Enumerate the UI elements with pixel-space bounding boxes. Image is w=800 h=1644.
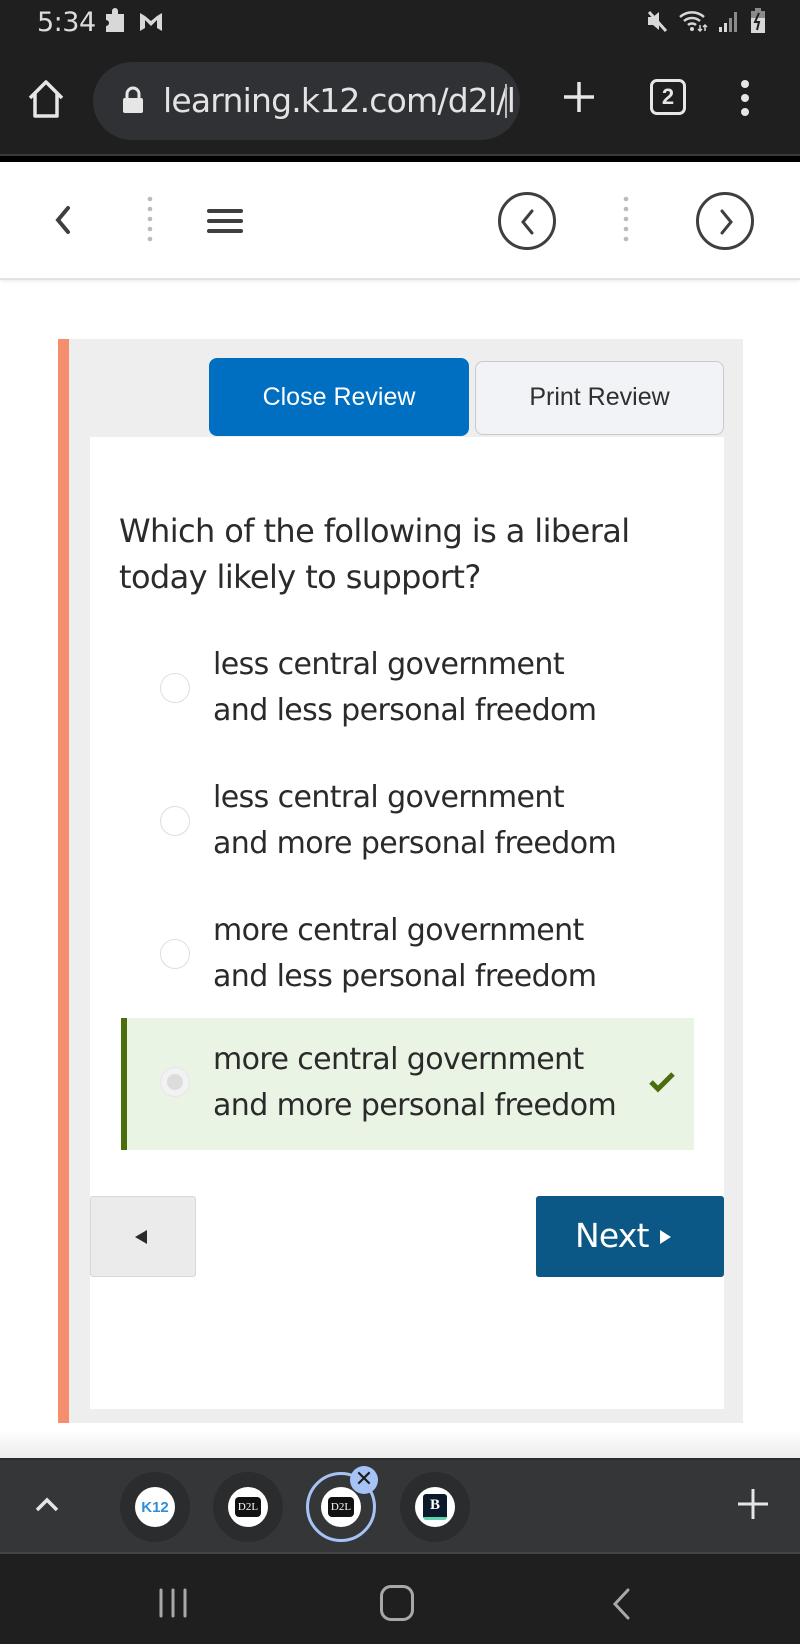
- url-fade: [505, 84, 507, 118]
- lock-icon: [123, 86, 143, 113]
- close-tab-icon[interactable]: ✕: [350, 1466, 378, 1494]
- answer-option[interactable]: less central government and less persona…: [121, 624, 694, 756]
- next-label: Next: [575, 1216, 649, 1255]
- triangle-right-icon: [660, 1230, 671, 1244]
- course-nav-bar: [0, 162, 800, 280]
- option-label: more central government and more persona…: [213, 1037, 673, 1129]
- radio-button-selected[interactable]: [160, 1067, 190, 1097]
- radio-button[interactable]: [160, 939, 190, 969]
- d2l-favicon: D2L: [321, 1487, 361, 1527]
- option-label: more central government and less persona…: [213, 908, 673, 1000]
- toolbar-divider: [0, 154, 800, 162]
- checkmark-icon: [649, 1072, 675, 1093]
- radio-button[interactable]: [160, 806, 190, 836]
- close-review-button[interactable]: Close Review: [209, 358, 469, 436]
- favicon-text: D2L: [234, 1497, 262, 1517]
- option-line: more central government: [213, 913, 584, 948]
- option-label: less central government and less persona…: [213, 642, 673, 734]
- answer-option-correct[interactable]: more central government and more persona…: [121, 1018, 694, 1150]
- home-nav-icon[interactable]: [380, 1585, 414, 1621]
- tab-d2l[interactable]: D2L: [213, 1472, 283, 1542]
- favicon-text: D2L: [327, 1497, 355, 1517]
- url-text[interactable]: learning.k12.com/d2l/l: [163, 81, 516, 120]
- status-bar: 5:34: [0, 0, 800, 46]
- status-time: 5:34: [37, 7, 96, 38]
- system-nav-bar: [0, 1552, 800, 1644]
- answer-option[interactable]: less central government and more persona…: [121, 757, 694, 889]
- dotted-separator: [623, 196, 629, 242]
- tab-k12[interactable]: K12: [120, 1472, 190, 1542]
- recent-apps-icon[interactable]: [156, 1587, 190, 1619]
- favicon-text: K12: [141, 1498, 169, 1516]
- tab-group-bar: K12 D2L D2L B: [0, 1458, 800, 1552]
- option-line: more central government: [213, 1042, 584, 1077]
- b-favicon: B: [415, 1487, 455, 1527]
- next-topic-button[interactable]: [696, 192, 754, 250]
- option-line: and less personal freedom: [213, 959, 597, 994]
- m-app-notification-icon: [140, 13, 162, 31]
- d2l-favicon: D2L: [228, 1487, 268, 1527]
- mute-icon: [647, 10, 668, 33]
- accent-border: [58, 339, 69, 1423]
- signal-icon: [719, 12, 737, 32]
- previous-question-button[interactable]: [90, 1196, 196, 1277]
- dotted-separator: [147, 196, 153, 242]
- tab-b[interactable]: B: [400, 1472, 470, 1542]
- battery-charging-icon: [751, 8, 765, 33]
- option-line: and less personal freedom: [213, 693, 597, 728]
- option-label: less central government and more persona…: [213, 775, 673, 867]
- back-nav-icon[interactable]: [610, 1587, 632, 1621]
- new-tab-plus-icon[interactable]: [560, 76, 598, 118]
- address-bar[interactable]: learning.k12.com/d2l/l: [93, 62, 520, 140]
- chevron-right-icon: [720, 209, 733, 235]
- option-line: and more personal freedom: [213, 826, 617, 861]
- radio-button[interactable]: [160, 673, 190, 703]
- home-icon[interactable]: [26, 78, 66, 120]
- option-line: and more personal freedom: [213, 1088, 617, 1123]
- add-tab-plus-icon[interactable]: [738, 1487, 768, 1521]
- chevron-left-icon[interactable]: [48, 200, 78, 240]
- browser-toolbar: learning.k12.com/d2l/l 2: [0, 46, 800, 154]
- print-review-button[interactable]: Print Review: [475, 361, 724, 435]
- previous-topic-button[interactable]: [498, 192, 556, 250]
- tab-switcher-button[interactable]: 2: [650, 79, 686, 115]
- next-question-button[interactable]: Next: [536, 1196, 724, 1277]
- page-bottom: [0, 1430, 800, 1458]
- option-line: less central government: [213, 647, 565, 682]
- hamburger-menu-icon[interactable]: [206, 206, 244, 236]
- puzzle-notification-icon: [106, 8, 124, 32]
- k12-favicon: K12: [135, 1487, 175, 1527]
- option-line: less central government: [213, 780, 565, 815]
- question-text: Which of the following is a liberal toda…: [119, 512, 630, 596]
- favicon-text: B: [422, 1494, 447, 1520]
- chevron-left-icon: [521, 209, 534, 235]
- answer-option[interactable]: more central government and less persona…: [121, 890, 694, 1022]
- chevron-up-icon[interactable]: [32, 1490, 62, 1520]
- triangle-left-icon: [135, 1230, 147, 1244]
- wifi-icon: [679, 11, 708, 33]
- more-vert-icon[interactable]: [732, 76, 758, 120]
